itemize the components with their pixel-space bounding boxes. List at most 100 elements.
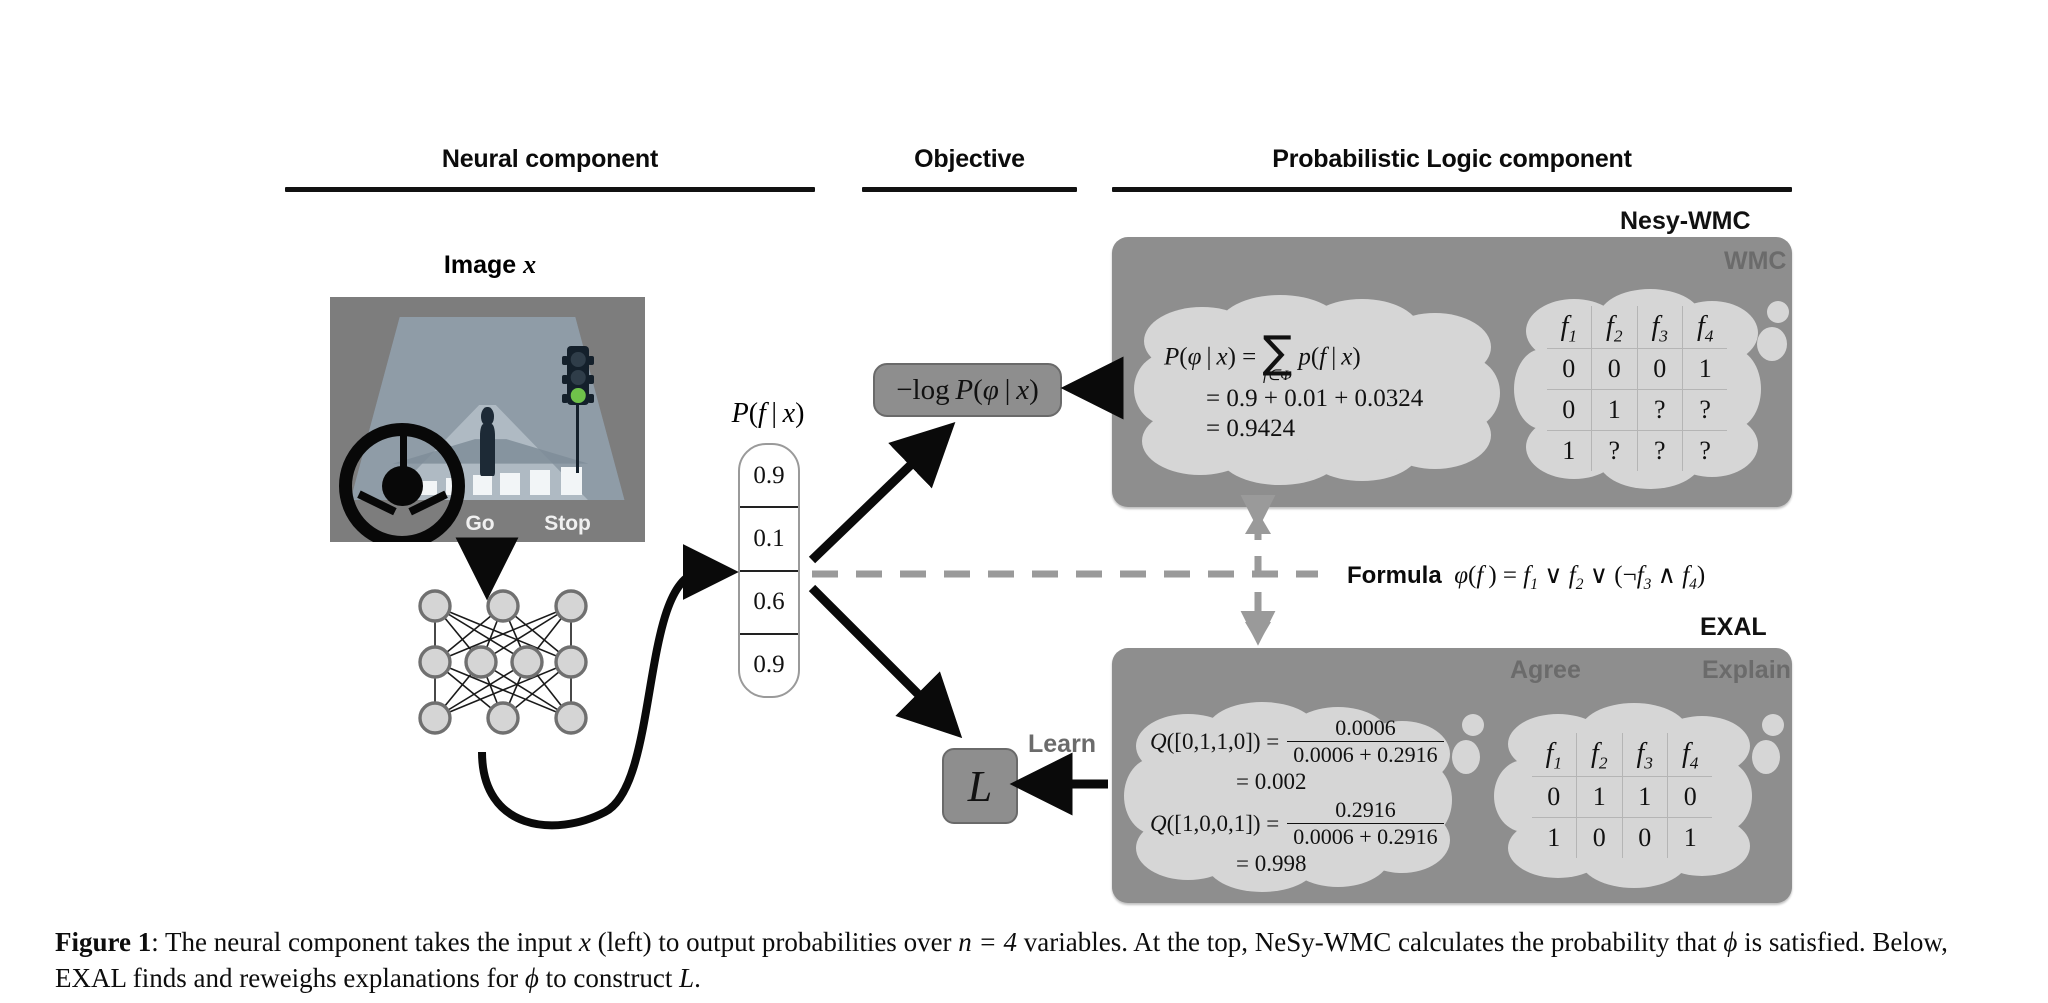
column-rule-logic	[1112, 187, 1792, 192]
prob-cell-1: 0.9	[753, 461, 785, 489]
wmc-eq-line-3: = 0.9424	[1206, 414, 1296, 442]
wmc-equation-cloud: P(φ | x) = ∑ f∈Φ p(f | x) = 0.9 + 0.01 +…	[1130, 289, 1500, 489]
exal-box: Agree Explain Q([0,1,1,0]) = 0.0006 0.00…	[1112, 648, 1792, 903]
formula-body: φ(f ) = f1 ∨ f2 ∨ (¬f3 ∧ f4)	[1454, 562, 1706, 593]
exal-eq-1-result: = 0.002	[1236, 768, 1307, 794]
col-f2: f2	[1576, 733, 1623, 777]
thought-bubble-large	[1757, 327, 1787, 361]
summation-symbol: ∑ f∈Φ	[1262, 326, 1293, 385]
scene-label-stop: Stop	[544, 512, 591, 535]
exal-eq-1-den: 0.0006 + 0.2916	[1287, 740, 1444, 768]
thought-bubble-small	[1762, 714, 1784, 736]
thought-bubble-large	[1752, 740, 1780, 774]
column-header-logic: Probabilistic Logic component	[1272, 145, 1632, 173]
cell: 1	[1531, 816, 1578, 858]
wmc-truth-table: f1 f2 f3 f4 0 0 0 1 0 1 ? ? 1 ? ? ?	[1546, 305, 1728, 472]
cell: 0	[1591, 348, 1638, 390]
wmc-eq-line-1: P(φ | x) = ∑ f∈Φ p(f | x)	[1164, 326, 1361, 385]
cell: 0	[1622, 816, 1668, 858]
cell: 1	[1667, 816, 1713, 858]
caption-var-x: x	[578, 927, 591, 957]
cell: 0	[1637, 348, 1683, 390]
exal-title: EXAL	[1700, 613, 1767, 641]
caption-text-5: to construct	[538, 962, 680, 993]
nesy-wmc-title: Nesy-WMC	[1620, 207, 1751, 235]
loss-box: L	[942, 748, 1018, 824]
cell: 0	[1576, 816, 1623, 858]
exal-equation-cloud: Q([0,1,1,0]) = 0.0006 0.0006 + 0.2916 = …	[1122, 696, 1452, 896]
exal-eq-1: Q([0,1,1,0]) = 0.0006 0.0006 + 0.2916	[1150, 715, 1444, 768]
cell: 1	[1622, 775, 1668, 818]
cell: ?	[1682, 389, 1728, 431]
dashed-arrowhead-down	[1245, 622, 1271, 644]
learn-arrow-label: Learn	[1028, 730, 1097, 758]
cell: 1	[1682, 348, 1728, 390]
thought-bubble-small	[1767, 301, 1789, 323]
exal-table-cloud: f1 f2 f3 f4 0 1 1 0 1 0 0 1	[1492, 698, 1752, 893]
column-rule-neural	[285, 187, 815, 192]
col-f3: f3	[1637, 305, 1683, 349]
formula-prefix: Formula	[1347, 562, 1442, 589]
pedestrian-icon	[473, 407, 501, 476]
image-panel-title-text: Image	[443, 251, 524, 279]
caption-var-n: n = 4	[958, 927, 1018, 957]
exal-truth-table: f1 f2 f3 f4 0 1 1 0 1 0 0 1	[1531, 733, 1713, 858]
exal-eq-2-den: 0.0006 + 0.2916	[1287, 822, 1444, 850]
probability-bar: 0.9 0.1 0.6 0.9	[738, 443, 800, 698]
caption-label: Figure 1	[55, 927, 152, 957]
table-row: 1 0 0 1	[1531, 816, 1713, 858]
objective-box-label: −log P(φ | x)	[896, 373, 1039, 406]
cell: 0	[1531, 775, 1578, 818]
scene-label-go: Go	[465, 512, 495, 535]
prob-cell-4: 0.9	[740, 632, 798, 696]
prob-cell-2: 0.1	[740, 506, 798, 569]
col-f4: f4	[1681, 738, 1699, 773]
exal-eq-2-result: = 0.998	[1236, 850, 1307, 876]
arrow-probbar-to-loss	[808, 584, 963, 739]
cell: 1	[1576, 775, 1623, 818]
nesy-wmc-box: WMC P(φ | x) = ∑ f∈Φ p(f | x) = 0.9 + 0.…	[1112, 237, 1792, 507]
dashed-arrowhead-up	[1245, 512, 1271, 534]
exal-eq-2-lhs: Q([1,0,0,1]) =	[1150, 810, 1280, 836]
table-header-row: f1 f2 f3 f4	[1531, 733, 1713, 777]
exal-tag-explain: Explain	[1702, 656, 1791, 684]
steering-wheel-icon	[339, 423, 466, 542]
table-row: 0 1 1 0	[1531, 775, 1713, 818]
exal-eq-2: Q([1,0,0,1]) = 0.2916 0.0006 + 0.2916	[1150, 797, 1444, 850]
exal-eq-2-num: 0.2916	[1335, 797, 1396, 822]
column-header-objective: Objective	[914, 145, 1025, 173]
table-row: 0 0 0 1	[1546, 348, 1728, 390]
col-f1: f1	[1546, 305, 1593, 349]
caption-text-6: .	[694, 962, 701, 993]
neural-network-icon	[408, 582, 598, 742]
wmc-eq-line-2: = 0.9 + 0.01 + 0.0324	[1206, 385, 1424, 413]
cell: 0	[1546, 348, 1593, 390]
column-header-neural: Neural component	[441, 145, 659, 173]
figure-caption: Figure 1: The neural component takes the…	[55, 925, 2000, 997]
col-f3: f3	[1622, 733, 1668, 777]
exal-tag-agree: Agree	[1510, 656, 1581, 684]
loss-box-label: L	[967, 761, 993, 811]
table-header-row: f1 f2 f3 f4	[1546, 305, 1728, 349]
prob-cell-3: 0.6	[740, 569, 798, 633]
formula-line: Formula φ(f ) = f1 ∨ f2 ∨ (¬f3 ∧ f4)	[1347, 560, 1705, 594]
prob-bar-caption: P(f | x)	[731, 398, 805, 429]
arrow-probbar-to-objective	[808, 422, 956, 564]
caption-var-L: L	[679, 962, 695, 993]
thought-bubble-small	[1462, 714, 1484, 736]
cell: ?	[1637, 430, 1683, 472]
exal-eq-1-lhs: Q([0,1,1,0]) =	[1150, 728, 1280, 754]
caption-separator: :	[151, 927, 166, 957]
wmc-table-cloud: f1 f2 f3 f4 0 0 0 1 0 1 ? ? 1 ? ? ?	[1512, 281, 1762, 496]
thought-bubble-large	[1452, 740, 1480, 774]
col-f1: f1	[1531, 733, 1578, 777]
table-row: 1 ? ? ?	[1546, 430, 1728, 472]
figure-canvas: Neural component Objective Probabilistic…	[0, 0, 2048, 1003]
cell: 0	[1546, 389, 1593, 431]
cell: ?	[1682, 430, 1728, 472]
col-f2: f2	[1591, 305, 1638, 349]
objective-box: −log P(φ | x)	[873, 363, 1062, 417]
caption-var-phi2: ϕ	[524, 962, 539, 993]
table-row: 0 1 ? ?	[1546, 389, 1728, 431]
caption-text-3: variables. At the top, NeSy-WMC calculat…	[1017, 927, 1724, 957]
